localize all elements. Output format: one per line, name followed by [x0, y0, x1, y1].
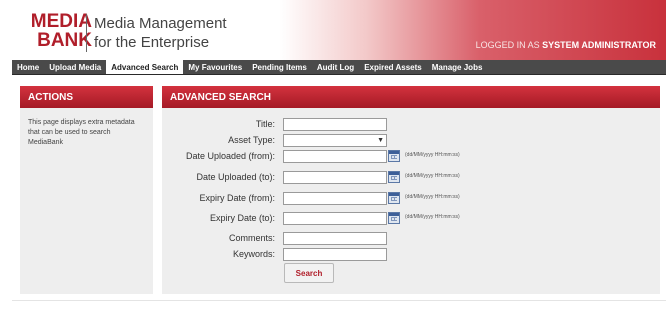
- asset-type-select[interactable]: ▼: [283, 134, 387, 147]
- calendar-icon[interactable]: [388, 192, 400, 204]
- title-input[interactable]: [283, 118, 387, 131]
- expiry-date-from-label: Expiry Date (from):: [199, 193, 275, 203]
- logo-line-1: MEDIA: [30, 11, 92, 32]
- footer-divider: [12, 300, 666, 301]
- asset-type-label: Asset Type:: [228, 135, 275, 145]
- nav-audit-log[interactable]: Audit Log: [312, 60, 359, 74]
- date-uploaded-to-input[interactable]: [283, 171, 387, 184]
- calendar-icon[interactable]: [388, 212, 400, 224]
- keywords-row: Keywords:: [162, 248, 660, 261]
- tagline-line-1: Media Management: [94, 15, 227, 32]
- app-tagline: Media Management for the Enterprise: [94, 14, 227, 52]
- app-header: MEDIA BANK Media Management for the Ente…: [0, 0, 666, 60]
- nav-advanced-search[interactable]: Advanced Search: [106, 60, 184, 74]
- title-row: Title:: [162, 118, 660, 131]
- date-uploaded-from-row: Date Uploaded (from): (dd/MM/yyyy HH:mm:…: [162, 150, 660, 163]
- comments-label: Comments:: [228, 233, 275, 243]
- logo-line-2: BANK: [37, 30, 92, 51]
- keywords-input[interactable]: [283, 248, 387, 261]
- nav-pending-items[interactable]: Pending Items: [247, 60, 312, 74]
- nav-expired-assets[interactable]: Expired Assets: [359, 60, 427, 74]
- actions-panel-title: ACTIONS: [20, 86, 153, 108]
- nav-upload-media[interactable]: Upload Media: [44, 60, 106, 74]
- mediabank-logo[interactable]: MEDIA BANK: [26, 12, 92, 50]
- logged-in-status: LOGGED IN AS SYSTEM ADMINISTRATOR: [476, 40, 656, 50]
- logo-divider: [86, 14, 87, 52]
- expiry-date-to-row: Expiry Date (to): (dd/MM/yyyy HH:mm:ss): [162, 212, 660, 225]
- date-uploaded-to-label: Date Uploaded (to):: [196, 172, 275, 182]
- nav-manage-jobs[interactable]: Manage Jobs: [427, 60, 488, 74]
- date-uploaded-from-label: Date Uploaded (from):: [185, 151, 275, 161]
- date-uploaded-from-input[interactable]: [283, 150, 387, 163]
- keywords-label: Keywords:: [232, 249, 275, 259]
- expiry-date-to-label: Expiry Date (to):: [209, 213, 275, 223]
- date-format-hint: (dd/MM/yyyy HH:mm:ss): [405, 173, 460, 179]
- nav-my-favourites[interactable]: My Favourites: [183, 60, 247, 74]
- expiry-date-from-row: Expiry Date (from): (dd/MM/yyyy HH:mm:ss…: [162, 192, 660, 205]
- calendar-icon[interactable]: [388, 150, 400, 162]
- date-format-hint: (dd/MM/yyyy HH:mm:ss): [405, 214, 460, 220]
- chevron-down-icon: ▼: [377, 137, 384, 144]
- tagline-line-2: for the Enterprise: [94, 34, 210, 51]
- actions-panel: ACTIONS This page displays extra metadat…: [20, 86, 153, 294]
- expiry-date-from-input[interactable]: [283, 192, 387, 205]
- search-button[interactable]: Search: [284, 263, 334, 283]
- title-label: Title:: [255, 119, 275, 129]
- advanced-search-title: ADVANCED SEARCH: [162, 86, 660, 108]
- date-uploaded-to-row: Date Uploaded (to): (dd/MM/yyyy HH:mm:ss…: [162, 171, 660, 184]
- logged-in-user: SYSTEM ADMINISTRATOR: [542, 40, 656, 50]
- comments-row: Comments:: [162, 232, 660, 245]
- calendar-icon[interactable]: [388, 171, 400, 183]
- nav-home[interactable]: Home: [12, 60, 44, 74]
- actions-description: This page displays extra metadata that c…: [28, 119, 135, 146]
- date-format-hint: (dd/MM/yyyy HH:mm:ss): [405, 152, 460, 158]
- date-format-hint: (dd/MM/yyyy HH:mm:ss): [405, 194, 460, 200]
- comments-input[interactable]: [283, 232, 387, 245]
- logged-in-prefix: LOGGED IN AS: [475, 40, 540, 50]
- asset-type-row: Asset Type: ▼: [162, 134, 660, 147]
- advanced-search-panel: ADVANCED SEARCH Title: Asset Type: ▼ Dat…: [162, 86, 660, 294]
- expiry-date-to-input[interactable]: [283, 212, 387, 225]
- main-nav: Home Upload Media Advanced Search My Fav…: [12, 60, 666, 75]
